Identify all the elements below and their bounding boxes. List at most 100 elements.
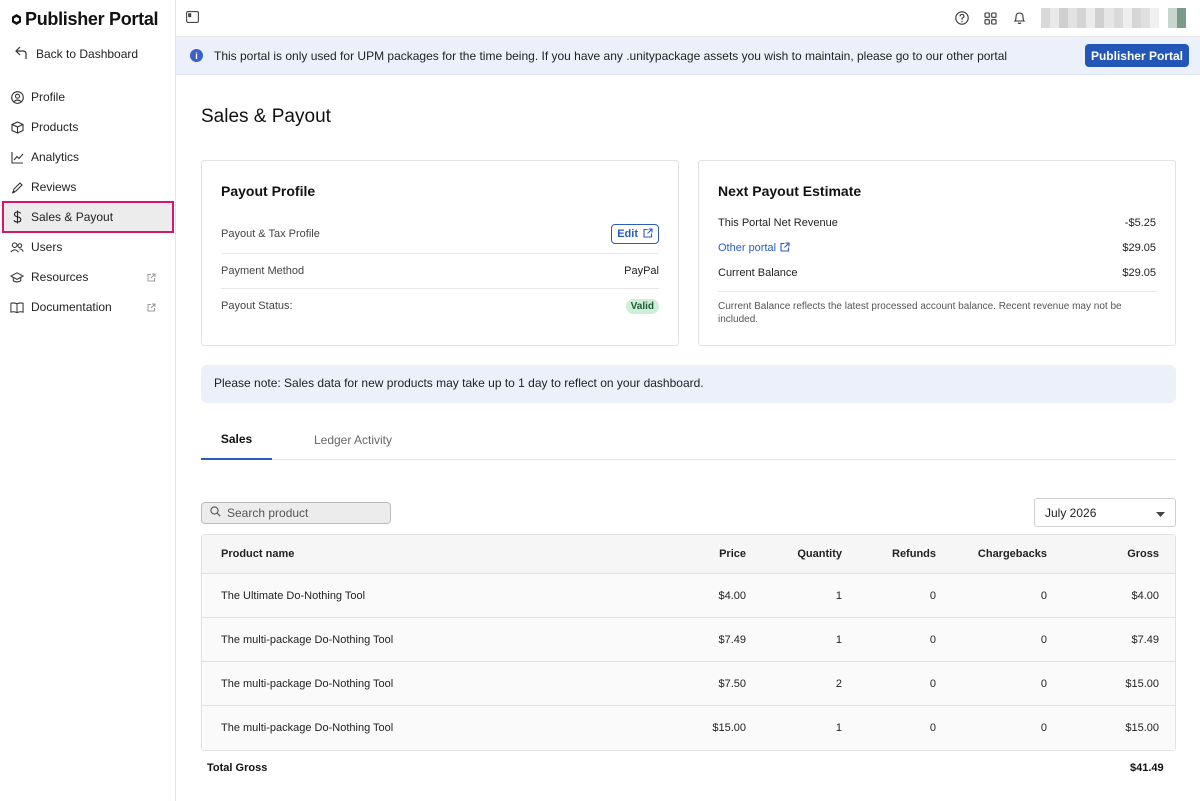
back-to-dashboard-label: Back to Dashboard [36,47,139,61]
other-portal-value: $29.05 [1122,242,1156,254]
back-arrow-icon [15,46,27,62]
other-portal-row: Other portal $29.05 [718,239,1156,257]
user-circle-icon [10,90,24,104]
page-title: Sales & Payout [201,106,331,127]
column-header-product-name[interactable]: Product name [202,548,662,560]
sales-data-notice: Please note: Sales data for new products… [201,365,1176,403]
tab-ledger-activity[interactable]: Ledger Activity [302,420,404,460]
sidebar-item-label: Resources [31,270,89,284]
sidebar-toggle-icon[interactable] [186,11,199,26]
info-banner: i This portal is only used for UPM packa… [176,37,1200,75]
user-account-avatar[interactable] [1041,8,1186,28]
sidebar-item-label: Profile [31,90,66,104]
other-portal-link[interactable]: Other portal [718,241,790,255]
current-balance-label: Current Balance [718,267,798,279]
table-row[interactable]: The multi-package Do-Nothing Tool $15.00… [202,706,1175,750]
other-portal-label: Other portal [718,242,777,254]
external-link-icon [147,271,156,285]
notification-bell-icon[interactable] [1012,11,1027,26]
table-row[interactable]: The multi-package Do-Nothing Tool $7.50 … [202,662,1175,706]
sidebar-item-reviews[interactable]: Reviews [0,172,176,202]
sidebar-item-documentation[interactable]: Documentation [0,292,176,322]
publisher-portal-button[interactable]: Publisher Portal [1084,44,1189,67]
tab-sales[interactable]: Sales [201,420,272,460]
payment-method-label: Payment Method [221,265,305,277]
app-title: Publisher Portal [25,9,159,29]
search-input[interactable] [227,506,377,520]
price-cell: $7.49 [718,633,746,646]
gross-cell: $15.00 [1125,677,1159,690]
gross-cell: $7.49 [1131,633,1159,646]
column-header-gross[interactable]: Gross [1047,548,1159,560]
gross-cell: $15.00 [1125,722,1159,734]
total-gross-value: $41.49 [1130,762,1164,774]
gross-cell: $4.00 [1131,589,1159,602]
balance-note: Current Balance reflects the latest proc… [718,301,1122,325]
current-balance-value: $29.05 [1122,267,1156,279]
quantity-cell: 2 [835,677,842,690]
top-bar-actions [954,8,1186,28]
graduation-cap-icon [10,270,24,284]
payout-estimate-card: Next Payout Estimate This Portal Net Rev… [698,160,1176,346]
top-bar [176,0,1200,37]
apps-grid-icon[interactable] [983,11,998,26]
table-row[interactable]: The multi-package Do-Nothing Tool $7.49 … [202,618,1175,662]
payment-method-row: Payment Method PayPal [221,262,659,280]
tax-profile-label: Payout & Tax Profile [221,228,320,240]
search-icon [210,506,221,520]
total-gross-label: Total Gross [207,762,268,774]
box-icon [10,120,24,134]
divider [221,253,659,254]
divider [221,288,659,289]
sidebar-item-label: Products [31,120,79,134]
chargebacks-cell: 0 [1040,633,1047,646]
external-link-icon [147,301,156,315]
product-name-cell: The multi-package Do-Nothing Tool [221,722,394,734]
table-row[interactable]: The Ultimate Do-Nothing Tool $4.00 1 0 0… [202,574,1175,618]
payment-method-value: PayPal [624,265,659,277]
month-select[interactable]: July 2026 [1034,498,1176,527]
chargebacks-cell: 0 [1040,722,1047,734]
unity-logo-icon [11,14,22,25]
quantity-cell: 1 [835,589,842,602]
sidebar-item-users[interactable]: Users [0,232,176,262]
column-header-price[interactable]: Price [662,548,746,560]
product-name-cell: The multi-package Do-Nothing Tool [221,677,394,690]
pen-icon [10,180,24,194]
sidebar-item-analytics[interactable]: Analytics [0,142,176,172]
sidebar-item-label: Analytics [31,150,80,164]
price-cell: $7.50 [718,677,746,690]
chargebacks-cell: 0 [1040,589,1047,602]
sidebar-item-sales-payout[interactable]: Sales & Payout [2,201,174,233]
users-icon [10,240,24,254]
net-revenue-value: -$5.25 [1124,217,1156,229]
chevron-down-icon [1156,506,1165,520]
sidebar-item-profile[interactable]: Profile [0,82,176,112]
logo[interactable]: Publisher Portal [11,9,159,30]
column-header-refunds[interactable]: Refunds [842,548,936,560]
card-title: Payout Profile [221,183,316,199]
help-icon[interactable] [954,11,969,26]
card-title: Next Payout Estimate [718,183,862,199]
payout-status-row: Payout Status: Valid [221,297,659,315]
sidebar-item-label: Sales & Payout [31,210,114,224]
sidebar-item-products[interactable]: Products [0,112,176,142]
current-balance-row: Current Balance $29.05 [718,264,1156,282]
sidebar-item-label: Documentation [31,300,112,314]
status-badge: Valid [625,298,659,314]
product-name-cell: The multi-package Do-Nothing Tool [221,633,394,646]
external-link-icon [643,227,653,241]
edit-payout-profile-button[interactable]: Edit [611,224,659,244]
product-name-cell: The Ultimate Do-Nothing Tool [221,589,366,602]
search-field[interactable] [201,502,391,524]
back-to-dashboard-link[interactable]: Back to Dashboard [15,46,138,62]
column-header-quantity[interactable]: Quantity [746,548,842,560]
info-icon: i [190,49,203,62]
payout-status-label: Payout Status: [221,300,293,312]
net-revenue-row: This Portal Net Revenue -$5.25 [718,214,1156,232]
refunds-cell: 0 [929,633,936,646]
sidebar-item-resources[interactable]: Resources [0,262,176,292]
column-header-chargebacks[interactable]: Chargebacks [936,548,1047,560]
chart-line-icon [10,150,24,164]
refunds-cell: 0 [929,722,936,734]
